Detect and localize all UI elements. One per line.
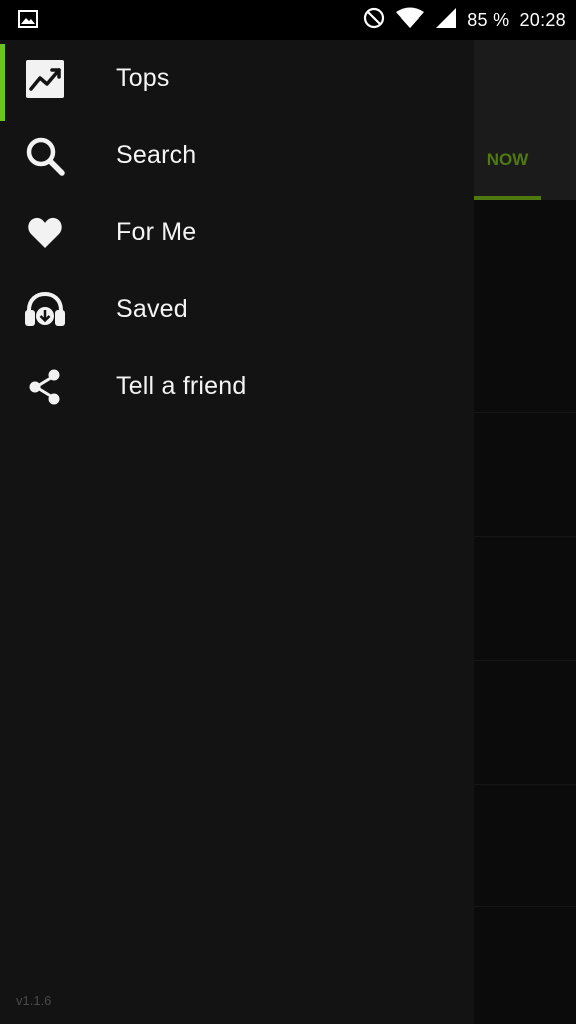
list-divider <box>474 660 576 661</box>
wifi-icon <box>395 7 425 34</box>
signal-icon <box>435 7 457 34</box>
drawer-item-for-me[interactable]: For Me <box>0 194 474 271</box>
drawer-menu: Tops Search For Me Saved Tell a friend <box>0 40 474 425</box>
screen: 85 % 20:28 NOW Tops Search For Me Saved … <box>0 0 576 1024</box>
list-divider <box>474 784 576 785</box>
drawer-item-tops[interactable]: Tops <box>0 40 474 121</box>
app-version: v1.1.6 <box>16 993 52 1008</box>
heart-icon <box>24 212 66 254</box>
active-indicator <box>0 44 5 121</box>
image-notification-icon <box>18 10 38 33</box>
drawer-item-label: Tops <box>116 64 170 92</box>
battery-level: 85 % <box>467 9 510 30</box>
tab-indicator <box>474 196 541 200</box>
drawer-item-label: For Me <box>116 218 197 246</box>
drawer-item-tell-a-friend[interactable]: Tell a friend <box>0 348 474 425</box>
status-bar: 85 % 20:28 <box>0 0 576 40</box>
share-icon <box>24 366 66 408</box>
search-icon <box>24 135 66 177</box>
do-not-disturb-icon <box>363 7 385 34</box>
list-divider <box>474 412 576 413</box>
clock: 20:28 <box>519 9 566 30</box>
drawer-item-label: Saved <box>116 295 188 323</box>
tab-now[interactable]: NOW <box>474 150 541 170</box>
drawer-item-saved[interactable]: Saved <box>0 271 474 348</box>
drawer-item-label: Search <box>116 141 197 169</box>
list-divider <box>474 536 576 537</box>
drawer-item-search[interactable]: Search <box>0 117 474 194</box>
navigation-drawer: Tops Search For Me Saved Tell a friend v… <box>0 40 474 1024</box>
drawer-item-label: Tell a friend <box>116 372 247 400</box>
trending-chart-icon <box>24 58 66 100</box>
list-divider <box>474 906 576 907</box>
headphones-download-icon <box>24 289 66 331</box>
